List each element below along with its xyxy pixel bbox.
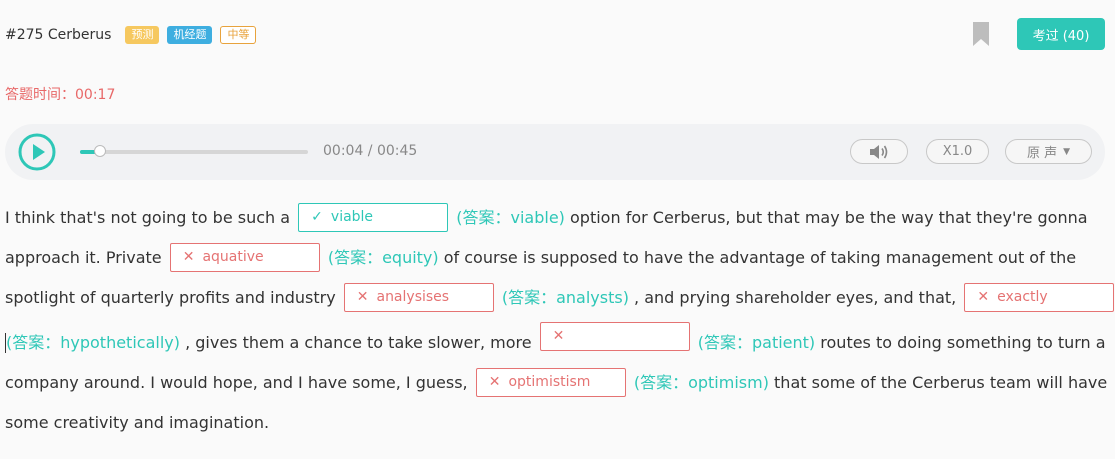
passage-line: company around. I would hope, and I have… xyxy=(5,367,1107,397)
blank-value: exactly xyxy=(997,289,1048,305)
passage-line: I think that's not going to be such a ✓ v… xyxy=(5,202,1088,232)
cross-icon: ✕ xyxy=(552,328,565,344)
passage-text: spotlight of quarterly profits and indus… xyxy=(5,287,336,307)
answer-blank[interactable]: ✓ viable xyxy=(298,203,449,232)
correct-answer: (答案：analysts) xyxy=(501,287,629,307)
passage-line: approach it. Private ✕ aquative (答案：equit… xyxy=(5,242,1076,272)
passage-text: some creativity and imagination. xyxy=(5,412,270,432)
correct-answer: (答案：viable) xyxy=(456,207,565,227)
passage-text: , gives them a chance to take slower, mo… xyxy=(185,332,532,352)
passage-text: that some of the Cerberus team will have xyxy=(774,372,1108,392)
answer-blank[interactable]: ✕ analysises xyxy=(343,283,494,312)
passage-line: some creativity and imagination. xyxy=(5,407,269,437)
cross-icon: ✕ xyxy=(182,249,195,265)
cross-icon: ✕ xyxy=(488,374,501,390)
answer-blank[interactable]: ✕ xyxy=(539,322,690,351)
cross-icon: ✕ xyxy=(977,289,990,305)
correct-answer: (答案：equity) xyxy=(327,247,439,267)
passage-text: I think that's not going to be such a xyxy=(5,207,291,227)
answer-blank[interactable]: ✕ aquative xyxy=(169,243,320,272)
check-icon: ✓ xyxy=(311,209,323,225)
passage-text: company around. I would hope, and I have… xyxy=(5,372,468,392)
passage-text: of course is supposed to have the advant… xyxy=(443,247,1077,267)
blank-value: optimistism xyxy=(508,374,591,390)
blank-value: viable xyxy=(330,209,374,225)
blank-value: analysises xyxy=(376,289,450,305)
correct-answer: (答案：patient) xyxy=(697,332,816,352)
answer-blank[interactable]: ✕ exactly xyxy=(964,283,1115,312)
blank-value: aquative xyxy=(202,249,264,265)
cross-icon: ✕ xyxy=(356,289,369,305)
correct-answer: (答案：hypothetically) xyxy=(6,332,180,352)
passage: I think that's not going to be such a ✓ v… xyxy=(0,0,1115,459)
passage-line: spotlight of quarterly profits and indus… xyxy=(5,282,1115,312)
correct-answer: (答案：optimism) xyxy=(633,372,769,392)
answer-blank[interactable]: ✕ optimistism xyxy=(475,368,626,397)
passage-text: , and prying shareholder eyes, and that, xyxy=(634,287,957,307)
passage-line: (答案：hypothetically) , gives them a chanc… xyxy=(5,322,1106,357)
passage-text: option for Cerberus, but that may be the… xyxy=(570,207,1088,227)
passage-text: approach it. Private xyxy=(5,247,162,267)
passage-text: routes to doing something to turn a xyxy=(820,332,1106,352)
